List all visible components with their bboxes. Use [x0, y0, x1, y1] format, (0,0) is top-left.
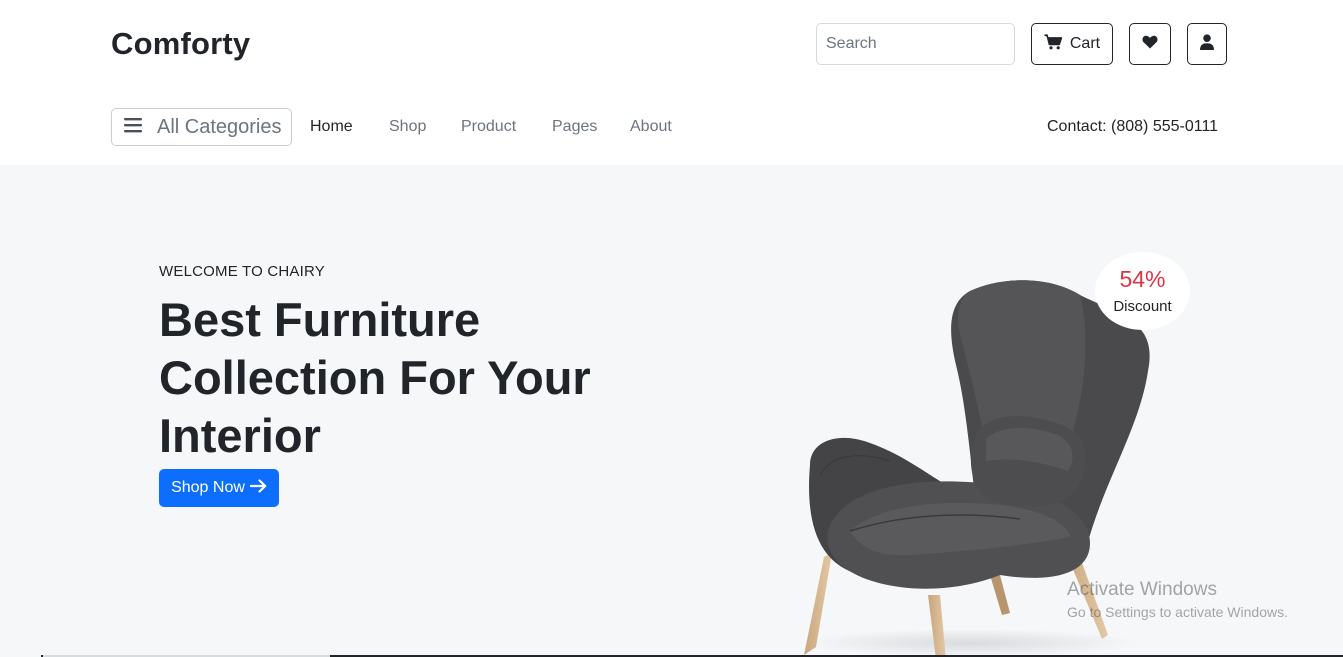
hero-eyebrow: WELCOME TO CHAIRY [159, 263, 325, 280]
cart-label: Cart [1069, 35, 1101, 52]
brand-logo[interactable]: Comforty [111, 26, 250, 62]
nav-link-home[interactable]: Home [310, 118, 353, 136]
nav-link-product[interactable]: Product [461, 118, 516, 136]
user-icon [1200, 33, 1214, 55]
main-navbar: All Categories Home Shop Product Pages A… [0, 90, 1343, 165]
watermark-title: Activate Windows [1067, 579, 1217, 600]
hero-headline: Best Furniture Collection For Your Inter… [159, 293, 591, 462]
arrow-right-icon [249, 478, 267, 498]
contact-phone: Contact: (808) 555-0111 [1047, 118, 1219, 135]
cart-button[interactable]: Cart [1031, 23, 1113, 65]
nav-link-pages[interactable]: Pages [552, 118, 597, 136]
account-button[interactable] [1187, 23, 1227, 65]
nav-link-about[interactable]: About [630, 118, 672, 136]
top-header: Comforty Cart [0, 0, 1343, 90]
nav-link-shop[interactable]: Shop [389, 118, 426, 136]
cart-icon [1044, 33, 1063, 55]
all-categories-button[interactable]: All Categories [111, 108, 292, 146]
hamburger-icon [124, 116, 142, 139]
discount-value: 54% [1119, 266, 1166, 292]
shop-now-button[interactable]: Shop Now [159, 469, 279, 507]
discount-label: Discount [1113, 298, 1172, 315]
search-input[interactable] [816, 23, 1015, 65]
wishlist-button[interactable] [1129, 23, 1171, 65]
shop-now-label: Shop Now [171, 479, 245, 496]
discount-badge: 54% Discount [1095, 252, 1190, 330]
heart-icon [1142, 35, 1158, 54]
all-categories-label: All Categories [157, 115, 282, 138]
activate-windows-watermark: Activate Windows Go to Settings to activ… [1067, 578, 1288, 622]
hero-banner: WELCOME TO CHAIRY Best Furniture Collect… [0, 165, 1343, 657]
watermark-subtitle: Go to Settings to activate Windows. [1067, 604, 1288, 620]
